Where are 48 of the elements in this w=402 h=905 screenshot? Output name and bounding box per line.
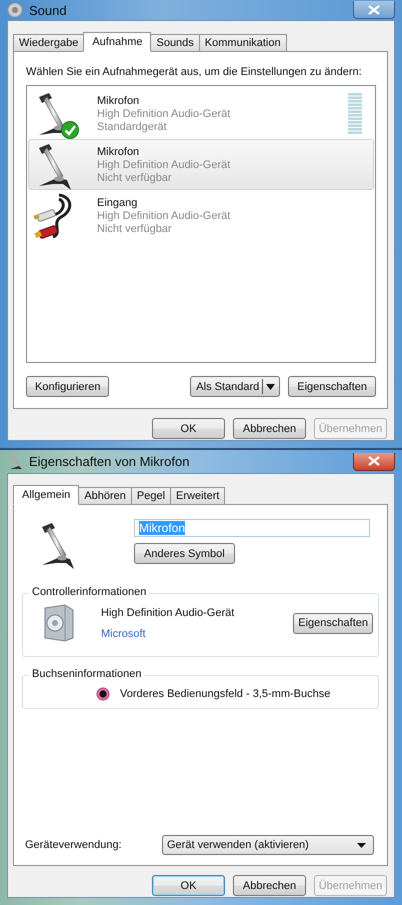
window-title: Eigenschaften von Mikrofon — [29, 454, 190, 469]
speaker-icon — [7, 2, 23, 18]
device-status: Standardgerät — [97, 121, 168, 134]
vendor-link[interactable]: Microsoft — [101, 628, 268, 640]
device-usage-dropdown[interactable]: Gerät verwenden (aktivieren) — [162, 835, 374, 855]
tab[interactable]: Sounds — [150, 34, 200, 51]
dropdown-arrow-icon — [266, 384, 276, 390]
dialog-button[interactable]: Abbrechen — [233, 418, 306, 439]
speaker-box-icon — [43, 604, 75, 642]
device-name: Mikrofon — [97, 146, 140, 159]
group-title: Controllerinformationen — [29, 586, 150, 598]
dialog-button[interactable]: OK — [152, 875, 225, 896]
close-icon — [368, 456, 380, 466]
dialog-button[interactable]: OK — [152, 418, 225, 439]
dialog-button[interactable]: Abbrechen — [233, 875, 306, 896]
properties-button[interactable]: Eigenschaften — [293, 612, 373, 634]
set-default-button[interactable]: Als Standard — [190, 376, 280, 397]
jack-location: Vorderes Bedienungsfeld - 3,5-mm-Buchse — [120, 688, 330, 700]
group-title: Buchseninformationen — [29, 668, 144, 680]
controller-name: High Definition Audio-Gerät — [101, 606, 236, 618]
tab[interactable]: Pegel — [130, 487, 172, 504]
change-icon-button[interactable]: Anderes Symbol — [134, 543, 235, 564]
tab[interactable]: Wiedergabe — [13, 34, 84, 51]
tab[interactable]: Aufnahme — [83, 32, 152, 52]
device-usage-label: Geräteverwendung: — [25, 839, 123, 851]
device-driver: High Definition Audio-Gerät — [97, 159, 230, 172]
properties-button[interactable]: Eigenschaften — [288, 376, 376, 397]
instruction-text: Wählen Sie ein Aufnahmegerät aus, um die Einstellungen zu ändern: — [26, 65, 363, 79]
tab[interactable]: Erweitert — [170, 487, 226, 504]
jack-icon — [96, 687, 110, 701]
device-item[interactable]: Eingang High Definition Audio-Gerät Nicht verfügbar — [28, 190, 374, 241]
device-driver: High Definition Audio-Gerät — [97, 210, 230, 223]
window-title: Sound — [29, 2, 67, 18]
device-status: Nicht verfügbar — [97, 172, 173, 185]
device-name: Mikrofon — [97, 95, 140, 108]
configure-button[interactable]: Konfigurieren — [26, 376, 110, 397]
device-driver: High Definition Audio-Gerät — [97, 108, 230, 121]
tab[interactable]: Abhören — [78, 487, 132, 504]
close-button[interactable] — [353, 1, 395, 19]
close-icon — [368, 4, 380, 14]
device-item[interactable]: Mikrofon High Definition Audio-Gerät Standardgerät — [28, 88, 374, 139]
device-name: Eingang — [97, 197, 138, 210]
dropdown-arrow-icon — [357, 842, 366, 848]
tab[interactable]: Allgemein — [13, 485, 80, 505]
device-status: Nicht verfügbar — [97, 223, 173, 236]
device-item[interactable]: Mikrofon High Definition Audio-Gerät Nicht verfügbar — [28, 139, 374, 190]
tab[interactable]: Kommunikation — [198, 34, 287, 51]
close-button[interactable] — [353, 452, 395, 470]
